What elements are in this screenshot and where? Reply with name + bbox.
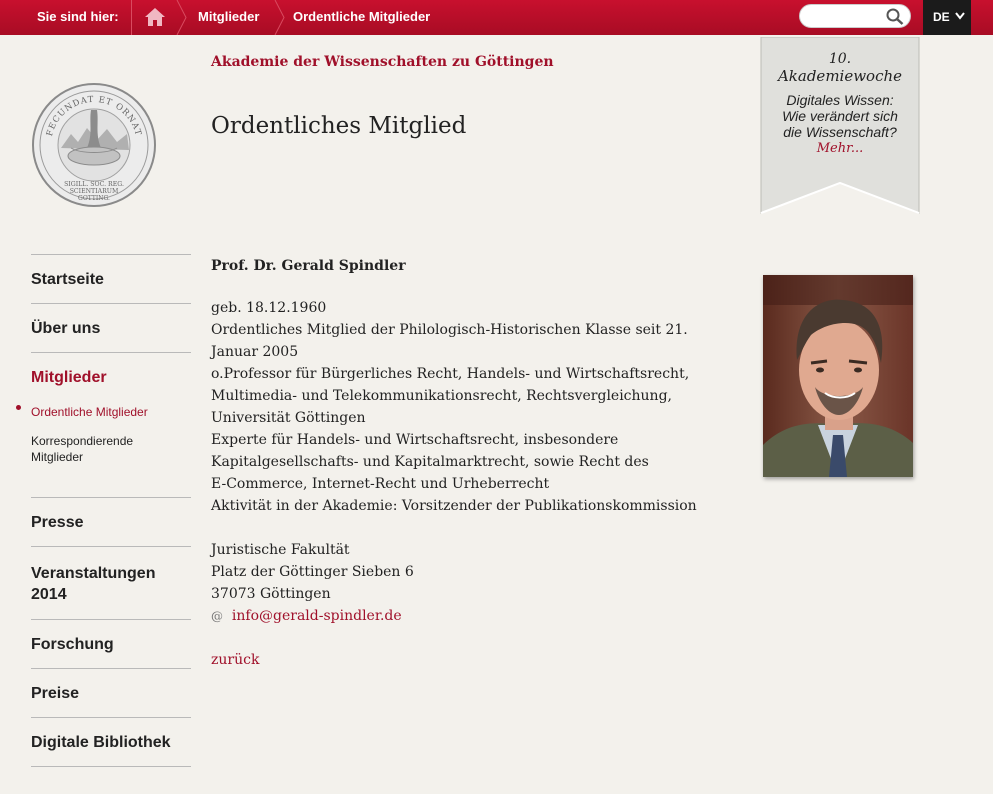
home-button[interactable] (135, 0, 177, 35)
member-info-line: geb. 18.12.1960 (211, 300, 327, 316)
member-info-line: Kapitalgesellschafts- und Kapitalmarktre… (211, 454, 649, 470)
sidebar-item-forschung[interactable]: Forschung (31, 620, 191, 668)
member-info-line: Universität Göttingen (211, 410, 366, 426)
language-label: DE (933, 10, 950, 24)
ribbon-title: Akademiewoche (777, 67, 903, 85)
member-info-line: Aktivität in der Akademie: Vorsitzender … (211, 498, 697, 514)
email-icon: @ (211, 609, 223, 623)
search-icon[interactable] (886, 8, 904, 25)
academy-seal-logo[interactable]: FECUNDAT ET ORNAT SIGILL. SOC. REG. SCIE… (31, 82, 157, 208)
seal-text-line: SCIENTIARUM (70, 188, 119, 195)
member-name: Prof. Dr. Gerald Spindler (211, 258, 406, 274)
sidebar-item-digitale-bibliothek[interactable]: Digitale Bibliothek (31, 718, 191, 766)
ribbon-text-line: die Wissenschaft? (783, 124, 897, 140)
address-line: Platz der Göttinger Sieben 6 (211, 564, 414, 580)
member-info-line: o.Professor für Bürgerliches Recht, Hand… (211, 366, 690, 382)
seal-text-line: GOTTING. (78, 195, 110, 202)
sidebar-item-veranstaltungen[interactable]: Veranstaltungen 2014 (31, 547, 171, 619)
breadcrumb-item-mitglieder[interactable]: Mitglieder (198, 9, 259, 24)
academy-name: Akademie der Wissenschaften zu Göttingen (211, 54, 554, 70)
ribbon-more-link[interactable]: Mehr... (817, 141, 864, 156)
ribbon-number: 10. (828, 51, 852, 67)
ribbon-text-line: Digitales Wissen: (786, 92, 894, 108)
member-profile: Prof. Dr. Gerald Spindler geb. 18.12.196… (211, 255, 701, 671)
sidebar-item-mitglieder[interactable]: Mitglieder (31, 353, 191, 401)
chevron-right-icon (274, 0, 285, 35)
ribbon-text-line: Wie verändert sich (782, 108, 898, 124)
sidebar-subitem-korrespondierende-mitglieder[interactable]: Korrespondierende Mitglieder (31, 433, 151, 497)
chevron-right-icon (176, 0, 187, 35)
sidebar-item-preise[interactable]: Preise (31, 669, 191, 717)
member-info-line: Ordentliches Mitglied der Philologisch-H… (211, 322, 688, 338)
email-link[interactable]: info@gerald-spindler.de (232, 608, 402, 624)
active-bullet-icon (16, 405, 21, 410)
language-selector[interactable]: DE (923, 0, 971, 35)
breadcrumb-item-current: Ordentliche Mitglieder (293, 9, 431, 24)
divider (31, 766, 191, 767)
address-line: 37073 Göttingen (211, 586, 331, 602)
member-info-line: E-Commerce, Internet-Recht und Urheberre… (211, 476, 550, 492)
address-line: Juristische Fakultät (211, 542, 350, 558)
seal-text-line: SIGILL. SOC. REG. (64, 181, 124, 188)
breadcrumb-label: Sie sind hier: (37, 9, 119, 24)
top-bar: Sie sind hier: Mitglieder Ordentliche Mi… (0, 0, 993, 35)
sidebar-item-presse[interactable]: Presse (31, 498, 191, 546)
search-input[interactable] (808, 8, 892, 24)
chevron-down-icon (955, 12, 965, 20)
sidebar-item-startseite[interactable]: Startseite (31, 255, 191, 303)
back-link[interactable]: zurück (211, 652, 259, 668)
divider (131, 0, 132, 35)
member-photo (763, 275, 913, 477)
sidebar-item-ueber-uns[interactable]: Über uns (31, 304, 191, 352)
event-ribbon[interactable]: 10. Akademiewoche Digitales Wissen: Wie … (759, 37, 921, 217)
member-info-line: Januar 2005 (211, 344, 299, 360)
page-title: Ordentliches Mitglied (211, 113, 467, 139)
home-icon (145, 8, 165, 26)
search-box (799, 4, 911, 28)
subitem-label: Ordentliche Mitglieder (31, 405, 148, 419)
member-info-line: Multimedia- und Telekommunikationsrecht,… (211, 388, 672, 404)
member-info-line: Experte für Handels- und Wirtschaftsrech… (211, 432, 619, 448)
sidebar-nav: Startseite Über uns Mitglieder Ordentlic… (16, 254, 191, 767)
sidebar-subitem-ordentliche-mitglieder[interactable]: Ordentliche Mitglieder (16, 401, 191, 433)
